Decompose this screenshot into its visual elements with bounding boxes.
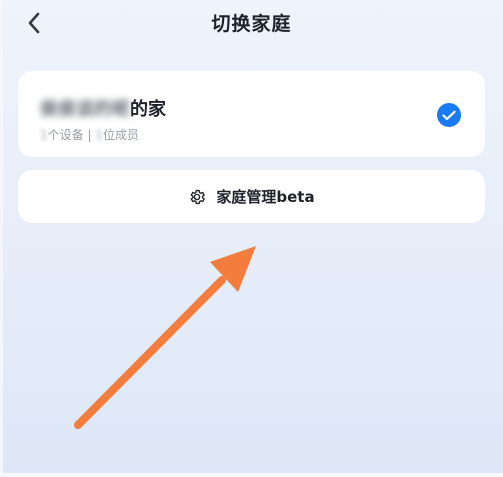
- member-count: 1: [95, 128, 103, 142]
- annotation-arrow-shaft: [74, 276, 226, 429]
- gear-icon: [188, 188, 206, 206]
- family-manage-button[interactable]: 家庭管理beta: [18, 170, 485, 223]
- family-name-blurred: 侯侯谈的呢: [40, 99, 130, 120]
- meta-separator: |: [83, 128, 96, 142]
- bottom-edge: [0, 473, 503, 477]
- page-title: 切换家庭: [211, 13, 292, 35]
- family-meta: 1个设备 | 1位成员: [40, 126, 139, 143]
- left-edge: [0, 0, 3, 477]
- family-manage-label: 家庭管理beta: [216, 188, 315, 206]
- member-label: 位成员: [102, 128, 139, 142]
- header: 切换家庭: [0, 0, 503, 56]
- device-label: 个设备: [47, 128, 84, 142]
- device-count: 1: [40, 128, 48, 142]
- family-name: 侯侯谈的呢的家: [40, 95, 166, 121]
- check-circle-icon: [437, 103, 461, 127]
- family-card[interactable]: 侯侯谈的呢的家 1个设备 | 1位成员: [18, 71, 485, 157]
- annotation-arrow-head: [210, 246, 256, 292]
- family-name-suffix: 的家: [130, 99, 166, 120]
